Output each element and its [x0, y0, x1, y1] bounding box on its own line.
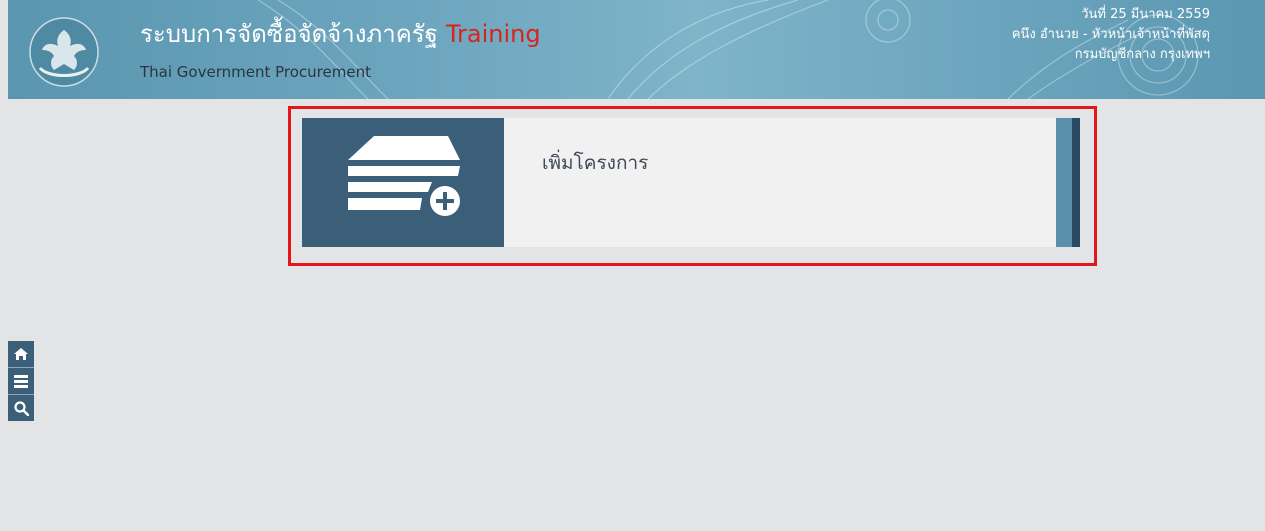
user-name-role: คนึง อำนวย - หัวหน้าเจ้าหน้าที่พัสดุ — [1011, 27, 1210, 42]
tile-accent-bar — [1056, 118, 1072, 247]
search-icon — [13, 400, 29, 416]
home-icon — [14, 348, 28, 360]
user-info: วันที่ 25 มีนาคม 2559 คนึง อำนวย - หัวหน… — [1012, 5, 1210, 65]
add-project-label: เพิ่มโครงการ — [542, 152, 649, 174]
side-toolbar — [8, 341, 34, 421]
garuda-emblem-icon — [29, 17, 99, 87]
add-project-stack-icon — [348, 136, 464, 220]
menu-icon — [14, 374, 28, 388]
menu-button[interactable] — [8, 368, 34, 395]
add-project-tile[interactable]: เพิ่มโครงการ — [302, 118, 1080, 247]
app-header: ระบบการจัดซื้อจัดจ้างภาครัฐ Training Thai… — [8, 0, 1265, 99]
user-department: กรมบัญชีกลาง กรุงเทพฯ — [1074, 47, 1210, 62]
current-date: วันที่ 25 มีนาคม 2559 — [1081, 7, 1210, 22]
app-title-text: ระบบการจัดซื้อจัดจ้างภาครัฐ — [140, 20, 438, 48]
app-subtitle: Thai Government Procurement — [140, 63, 371, 81]
tile-icon-box — [302, 118, 504, 247]
home-button[interactable] — [8, 341, 34, 368]
tile-accent-bar-dark — [1072, 118, 1080, 247]
app-title: ระบบการจัดซื้อจัดจ้างภาครัฐ Training — [140, 14, 541, 53]
search-button[interactable] — [8, 395, 34, 421]
training-label: Training — [445, 20, 541, 48]
